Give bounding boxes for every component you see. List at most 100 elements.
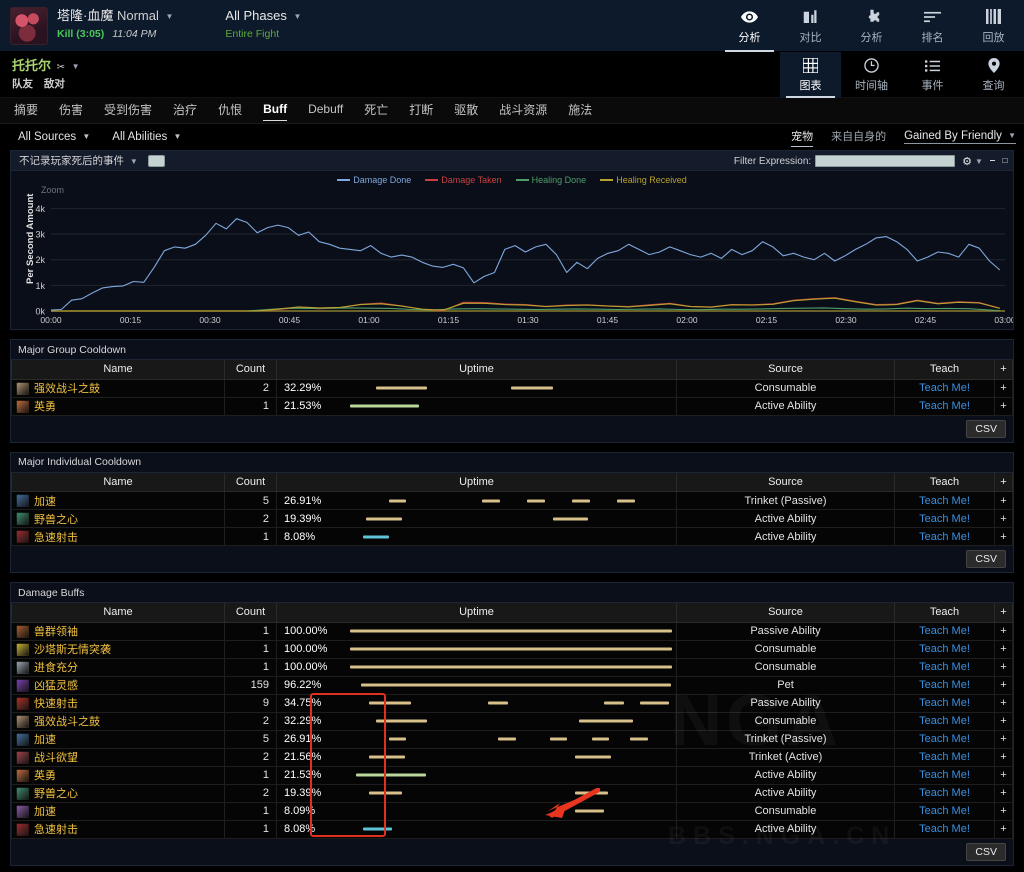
expand-row-button[interactable]: + (994, 693, 1013, 713)
boss-selector[interactable]: 塔隆·血魔 Normal ▼ (57, 8, 173, 25)
gear-icon[interactable]: ⚙ ▼ (962, 155, 983, 168)
teach-me-link[interactable]: Teach Me! (919, 625, 970, 637)
column-header-count[interactable]: Count (224, 472, 277, 492)
column-header-source[interactable]: Source (676, 603, 895, 623)
column-header-uptime[interactable]: Uptime (276, 603, 677, 623)
ability-name[interactable]: 沙塔斯无情突袭 (34, 641, 111, 657)
teach-me-link[interactable]: Teach Me! (919, 751, 970, 763)
ability-name[interactable]: 英勇 (34, 767, 56, 783)
table-row[interactable]: 英勇 1 21.53% Active Ability Teach Me! + (11, 396, 1013, 416)
friendly-toggle[interactable]: 队友 (12, 78, 33, 90)
expand-row-button[interactable]: + (994, 711, 1013, 731)
expand-row-button[interactable]: + (994, 396, 1013, 416)
all-sources-dropdown[interactable]: All Sources ▼ (18, 131, 90, 143)
phase-selector[interactable]: All Phases ▼ (225, 8, 301, 25)
csv-export-button[interactable]: CSV (966, 419, 1006, 438)
teach-me-link[interactable]: Teach Me! (919, 679, 970, 691)
table-row[interactable]: 野兽之心 2 19.39% Active Ability Teach Me! + (11, 509, 1013, 528)
expand-row-button[interactable]: + (994, 491, 1013, 510)
expand-row-button[interactable]: + (994, 801, 1013, 821)
maximize-icon[interactable]: ☐ (1002, 155, 1008, 167)
table-row[interactable]: 快速射击 9 34.75% Passive Ability Teach Me! + (11, 693, 1013, 713)
table-row[interactable]: 加速 1 8.09% Consumable Teach Me! + (11, 801, 1013, 821)
teach-me-link[interactable]: Teach Me! (919, 531, 970, 543)
expand-row-button[interactable]: + (994, 747, 1013, 767)
ability-name[interactable]: 进食充分 (34, 659, 78, 675)
teach-me-link[interactable]: Teach Me! (919, 715, 970, 727)
filter-from-self[interactable]: 来自自身的 (831, 128, 886, 146)
tab-1[interactable]: 伤害 (59, 101, 83, 121)
table-row[interactable]: 加速 5 26.91% Trinket (Passive) Teach Me! + (11, 491, 1013, 510)
column-header-name[interactable]: Name (11, 603, 225, 623)
column-header-source[interactable]: Source (676, 360, 895, 380)
tab-10[interactable]: 战斗资源 (499, 101, 547, 121)
tab-7[interactable]: 死亡 (364, 101, 388, 121)
csv-export-button[interactable]: CSV (966, 550, 1006, 568)
teach-me-link[interactable]: Teach Me! (919, 823, 970, 835)
table-row[interactable]: 战斗欲望 2 21.56% Trinket (Active) Teach Me! + (11, 747, 1013, 767)
expand-row-button[interactable]: + (994, 819, 1013, 839)
tab-11[interactable]: 施法 (568, 101, 592, 121)
column-header-plus[interactable]: + (994, 360, 1013, 380)
nav-item-replay[interactable]: 回放 (963, 0, 1024, 52)
nav-item-compare[interactable]: 对比 (780, 0, 841, 52)
legend-item-0[interactable]: Damage Done (337, 175, 411, 185)
teach-me-link[interactable]: Teach Me! (919, 733, 970, 745)
table-row[interactable]: 急速射击 1 8.08% Active Ability Teach Me! + (11, 819, 1013, 839)
ability-name[interactable]: 凶猛灵感 (34, 677, 78, 693)
table-row[interactable]: 野兽之心 2 19.39% Active Ability Teach Me! + (11, 783, 1013, 803)
ability-name[interactable]: 加速 (34, 803, 56, 819)
column-header-name[interactable]: Name (11, 360, 225, 380)
filter-expression-input[interactable] (815, 155, 956, 167)
dead-events-dropdown[interactable]: 不记录玩家死后的事件 ▼ (19, 153, 138, 168)
column-header-name[interactable]: Name (11, 472, 225, 492)
dead-events-checkbox[interactable] (147, 154, 165, 167)
expand-row-button[interactable]: + (994, 675, 1013, 695)
chart-plot[interactable]: 0k 1k 2k 3k 4k 00:00 00:15 00:30 00:45 01:00 01:15… (11, 185, 1015, 329)
ability-name[interactable]: 兽群领袖 (34, 623, 78, 639)
teach-me-link[interactable]: Teach Me! (919, 643, 970, 655)
gained-by-friendly-dropdown[interactable]: Gained By Friendly ▼ (904, 130, 1016, 144)
filter-pets[interactable]: 宠物 (791, 128, 814, 147)
expand-row-button[interactable]: + (994, 621, 1013, 641)
tab-2[interactable]: 受到伤害 (104, 101, 152, 121)
teach-me-link[interactable]: Teach Me! (919, 661, 970, 673)
teach-me-link[interactable]: Teach Me! (919, 400, 970, 412)
all-abilities-dropdown[interactable]: All Abilities ▼ (112, 131, 181, 143)
ability-name[interactable]: 急速射击 (34, 529, 78, 545)
legend-item-2[interactable]: Healing Done (515, 175, 586, 185)
minimize-icon[interactable]: ⎯ (990, 155, 995, 167)
nav-item-rankings[interactable]: 排名 (902, 0, 963, 52)
teach-me-link[interactable]: Teach Me! (919, 697, 970, 709)
nav-item-analysis[interactable]: 分析 (719, 0, 780, 52)
expand-row-button[interactable]: + (994, 639, 1013, 659)
nav-item-statistics[interactable]: 分析 (841, 0, 902, 52)
ability-name[interactable]: 野兽之心 (34, 785, 78, 801)
nav-item-timeline[interactable]: 时间轴 (841, 52, 902, 98)
ability-name[interactable]: 加速 (34, 731, 56, 747)
table-row[interactable]: 英勇 1 21.53% Active Ability Teach Me! + (11, 765, 1013, 785)
table-row[interactable]: 加速 5 26.91% Trinket (Passive) Teach Me! + (11, 729, 1013, 749)
ability-name[interactable]: 强效战斗之鼓 (34, 713, 100, 729)
column-header-count[interactable]: Count (224, 360, 277, 380)
teach-me-link[interactable]: Teach Me! (919, 513, 970, 525)
column-header-source[interactable]: Source (676, 472, 895, 492)
table-row[interactable]: 进食充分 1 100.00% Consumable Teach Me! + (11, 657, 1013, 677)
ability-name[interactable]: 加速 (34, 493, 56, 509)
table-row[interactable]: 急速射击 1 8.08% Active Ability Teach Me! + (11, 527, 1013, 546)
tab-4[interactable]: 仇恨 (218, 101, 242, 121)
tab-0[interactable]: 摘要 (14, 101, 38, 121)
legend-item-1[interactable]: Damage Taken (425, 175, 502, 185)
column-header-uptime[interactable]: Uptime (276, 472, 677, 492)
expand-row-button[interactable]: + (994, 783, 1013, 803)
expand-row-button[interactable]: + (994, 765, 1013, 785)
nav-item-charts[interactable]: 图表 (780, 52, 841, 98)
expand-row-button[interactable]: + (994, 509, 1013, 528)
column-header-count[interactable]: Count (224, 603, 277, 623)
column-header-uptime[interactable]: Uptime (276, 360, 677, 380)
tab-8[interactable]: 打断 (409, 101, 433, 121)
teach-me-link[interactable]: Teach Me! (919, 787, 970, 799)
column-header-teach[interactable]: Teach (894, 472, 995, 492)
table-row[interactable]: 沙塔斯无情突袭 1 100.00% Consumable Teach Me! + (11, 639, 1013, 659)
tab-6[interactable]: Debuff (308, 102, 343, 119)
